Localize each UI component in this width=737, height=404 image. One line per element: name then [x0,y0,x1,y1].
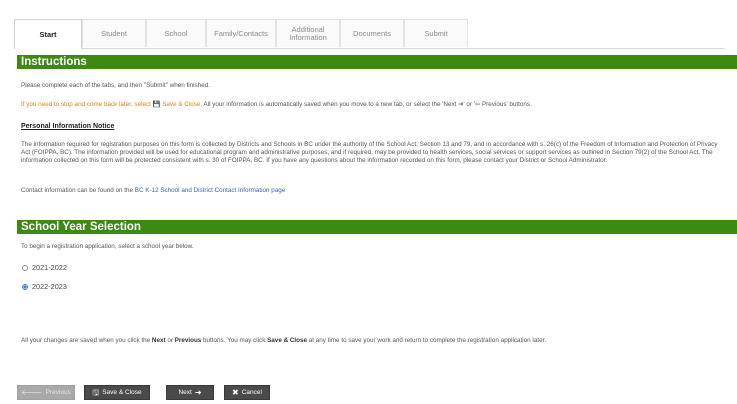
tab-student[interactable]: Student [82,19,146,47]
footer-or: or [167,337,173,344]
school-year-prompt: To begin a registration application, sel… [21,243,194,250]
tab-label: Family/Contacts [214,28,268,38]
tab-additional-information[interactable]: Additional Information [276,19,340,47]
save-icon: 💾 [152,101,161,108]
tab-start[interactable]: Start [14,19,82,49]
save-icon: 🖫 [92,387,100,397]
autosave-text: . All your information is automatically … [200,101,457,108]
contact-information-line: Contact information can be found on the … [21,187,285,195]
previous-button-label: Previous [45,389,71,396]
footer-previous: Previous [174,337,202,344]
radio-button[interactable] [22,264,28,271]
arrow-right-icon: ➜ [194,387,202,397]
close-icon: ✖ [232,387,239,397]
footer-next: Next [151,337,166,344]
save-later-text: If you need to stop and come back later,… [21,101,151,108]
radio-label: 2022-2023 [32,282,67,291]
arrow-left-icon: 🡐 [21,387,43,397]
instructions-line-2: If you need to stop and come back later,… [21,101,532,109]
autosave-text-2: ' or ' [463,101,475,108]
next-button[interactable]: Next ➜ [166,385,214,400]
tab-label: Submit [424,28,448,38]
instructions-line-1: Please complete each of the tabs, and th… [21,82,210,89]
previous-button[interactable]: 🡐 Previous [17,385,75,400]
tab-bar: Start Student School Family/Contacts Add… [14,19,725,49]
save-close-button-label: Save & Close [102,389,142,396]
tab-label: Documents [353,28,391,38]
previous-buttons-text: Previous' buttons. [481,101,532,108]
tab-submit[interactable]: Submit [404,19,468,47]
footer-save-close: Save & Close [267,337,308,344]
cancel-button-label: Cancel [241,389,262,396]
next-button-label: Next [178,389,192,396]
radio-button-selected[interactable] [22,283,28,290]
footer-text: All your changes are saved when you clic… [21,337,151,344]
tab-label: School [164,28,188,38]
cancel-button[interactable]: ✖ Cancel [224,385,270,400]
footer-text-3: at any time to save your work and return… [308,337,547,344]
school-year-option-2022-2023[interactable]: 2022-2023 [22,282,67,291]
tab-documents[interactable]: Documents [340,19,404,47]
autosave-footer-note: All your changes are saved when you clic… [21,337,546,344]
tab-label: Start [39,29,57,39]
school-year-selection-header: School Year Selection [17,220,737,234]
personal-information-notice-title: Personal Information Notice [21,123,114,131]
arrow-left-icon: ⇦ [474,101,481,108]
contact-info-link[interactable]: BC K-12 School and District Contact Info… [135,187,286,194]
footer-text-2: buttons. You may click [203,337,266,344]
radio-label: 2021-2022 [32,263,67,272]
tab-school[interactable]: School [146,19,206,47]
personal-information-notice-body: The information required for registratio… [21,141,718,165]
tab-label: Additional Information [289,24,327,42]
contact-prefix: Contact information can be found on the [21,187,134,194]
notice-title: Personal Information Notice [21,123,115,130]
tab-family-contacts[interactable]: Family/Contacts [206,19,276,47]
instructions-header: Instructions [17,55,737,69]
save-close-inline: Save & Close [162,101,201,108]
save-close-button[interactable]: 🖫 Save & Close [84,385,150,400]
school-year-option-2021-2022[interactable]: 2021-2022 [22,263,67,272]
tab-label: Student [101,28,127,38]
